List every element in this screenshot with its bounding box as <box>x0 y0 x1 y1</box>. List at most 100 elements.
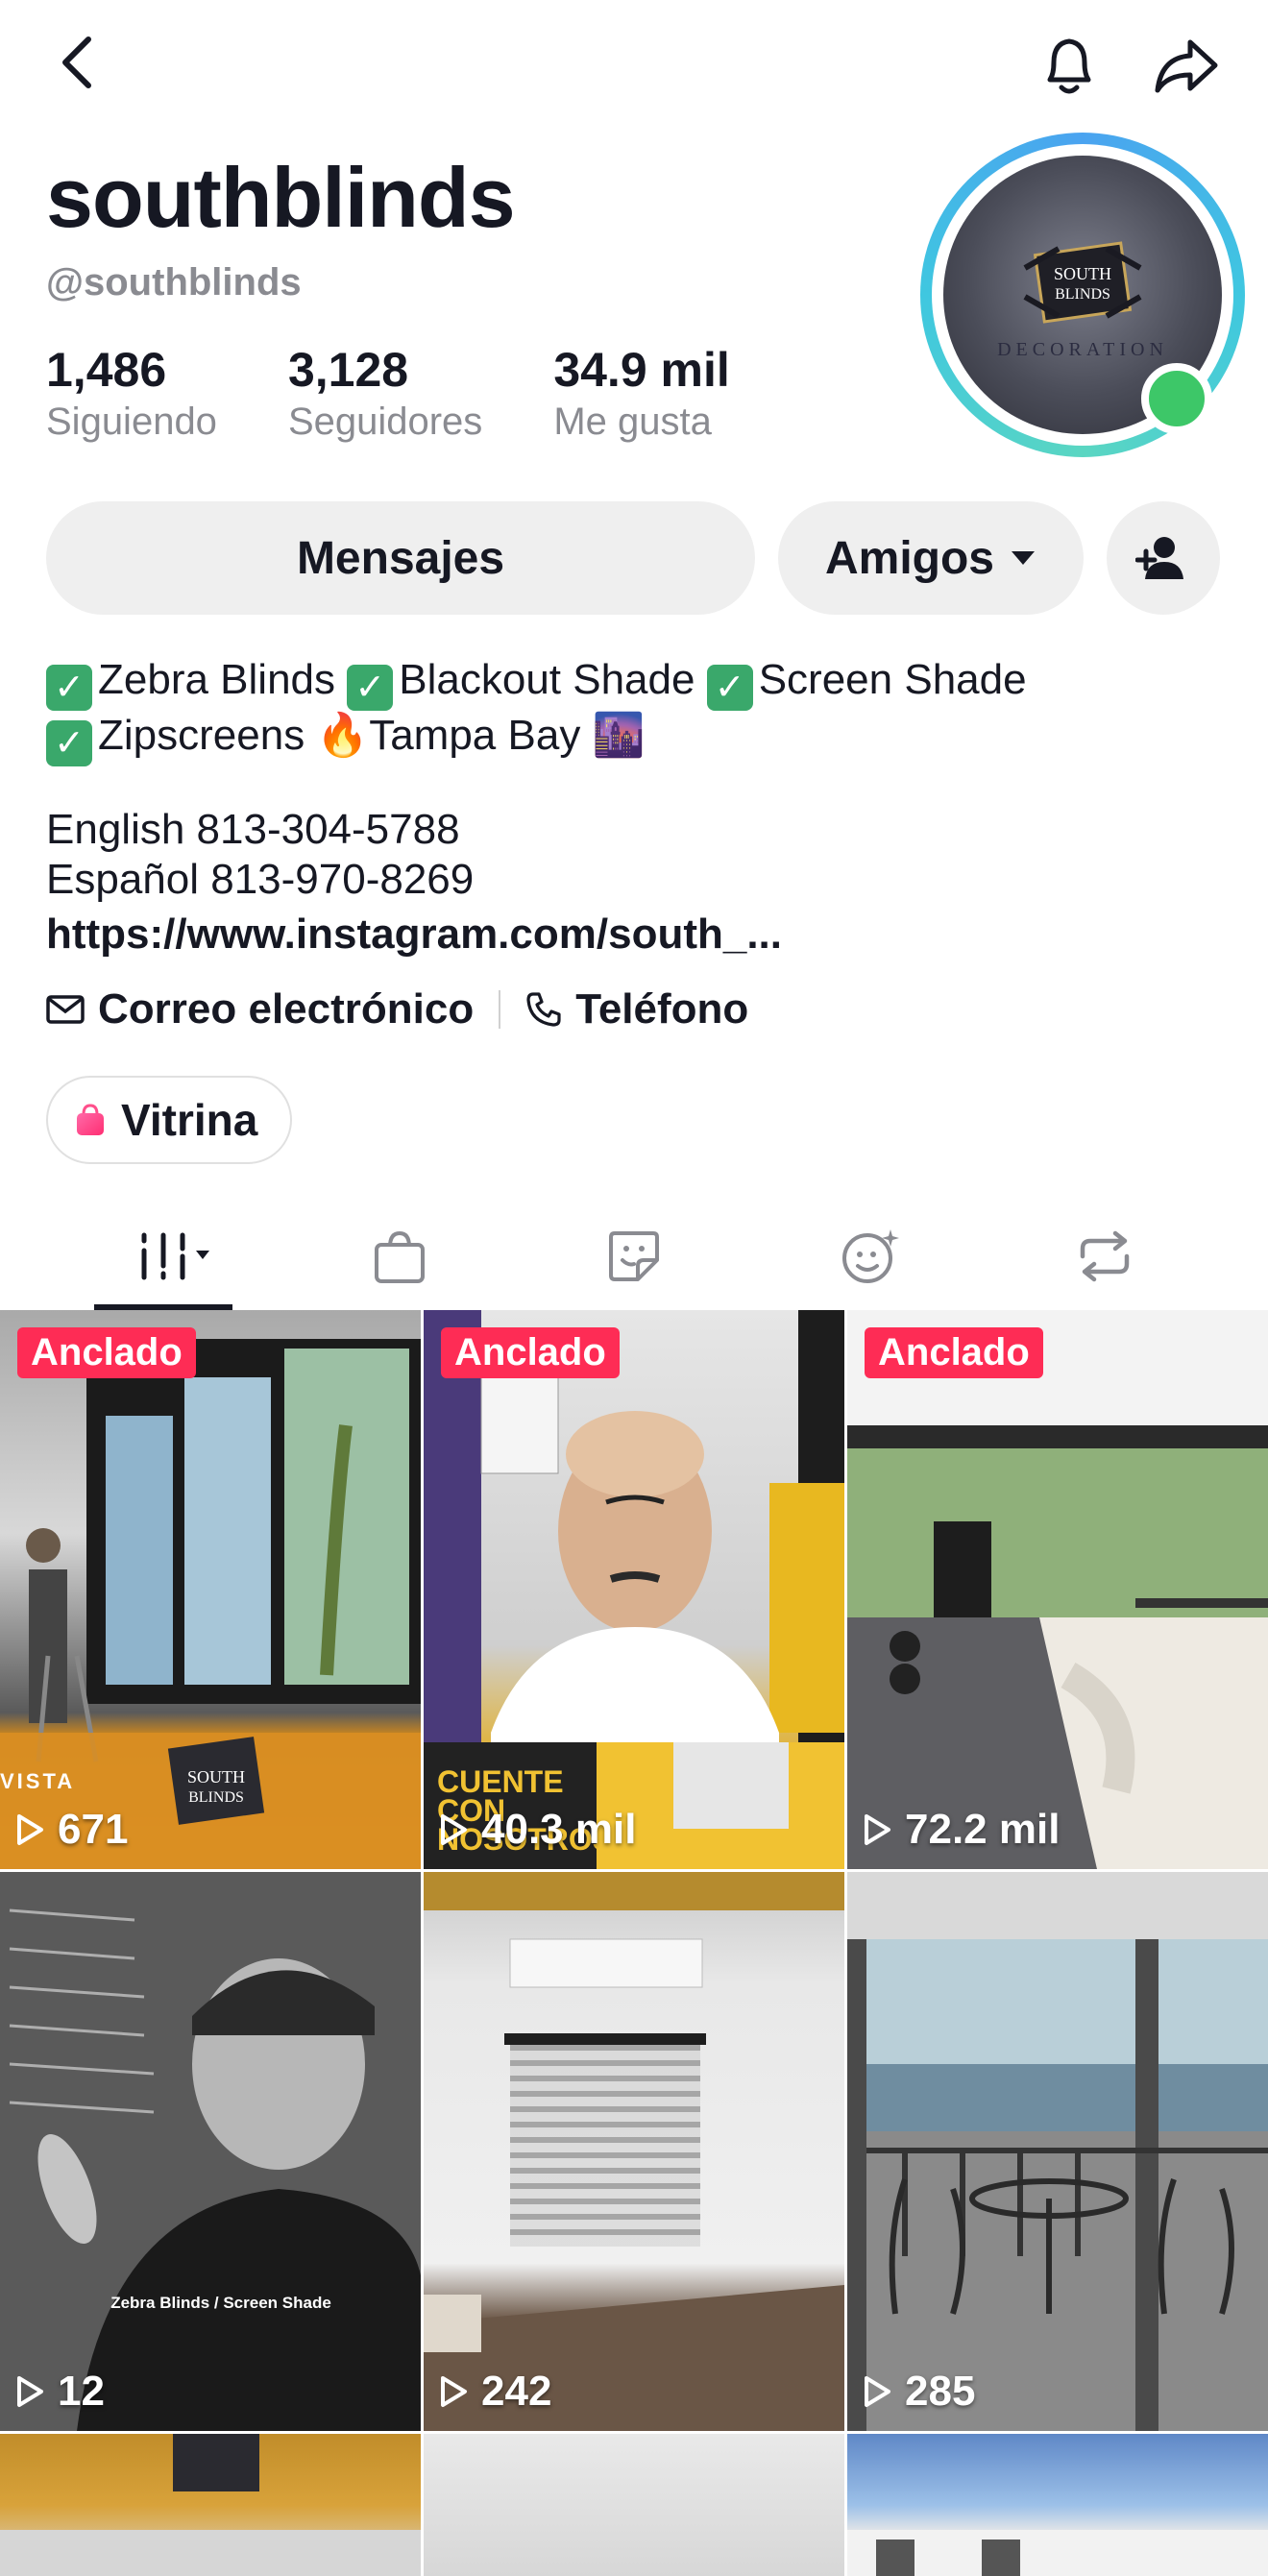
play-icon <box>865 2376 890 2407</box>
tab-favorites[interactable] <box>803 1203 938 1310</box>
smiley-sparkle-icon <box>842 1229 899 1283</box>
video-tile[interactable]: 285 <box>847 1872 1268 2431</box>
divider <box>499 990 501 1029</box>
video-tile[interactable] <box>424 2434 844 2576</box>
stat-likes[interactable]: 34.9 mil Me gusta <box>553 344 729 444</box>
play-icon <box>17 2376 43 2407</box>
view-count: 72.2 mil <box>863 1806 1060 1854</box>
play-icon <box>17 1814 43 1845</box>
stat-label: Seguidores <box>287 401 483 443</box>
pinned-badge: Anclado <box>865 1327 1043 1378</box>
video-tile[interactable]: Zebra Blinds / Screen Shade 12 <box>0 1872 421 2431</box>
email-link[interactable]: Correo electrónico <box>46 985 474 1033</box>
svg-text:SOUTH: SOUTH <box>187 1767 245 1786</box>
sticker-icon <box>609 1231 659 1281</box>
video-overlay-text: Zebra Blinds / Screen Shade <box>110 2294 331 2312</box>
check-icon: ✓ <box>46 665 92 711</box>
svg-text:BLINDS: BLINDS <box>188 1789 244 1806</box>
pinned-badge: Anclado <box>441 1327 620 1378</box>
video-tile[interactable]: Anclado 72.2 mil <box>847 1310 1268 1869</box>
video-thumbnail <box>0 1872 421 2431</box>
view-count-value: 40.3 mil <box>481 1806 637 1853</box>
stat-following[interactable]: 1,486 Siguiendo <box>46 344 217 444</box>
check-icon: ✓ <box>347 665 394 711</box>
phone-english: English 813-304-5788 <box>46 806 460 853</box>
view-count: 285 <box>863 2368 975 2416</box>
view-count-value: 671 <box>58 1806 129 1853</box>
profile-username: southblinds <box>46 150 516 245</box>
stat-value: 1,486 <box>46 343 167 397</box>
bio-item: Zebra Blinds <box>98 656 336 703</box>
tab-reposts[interactable] <box>1037 1203 1172 1310</box>
repost-icon <box>1080 1230 1130 1282</box>
contact-row: Correo electrónico Teléfono <box>46 985 748 1033</box>
tab-stickers[interactable] <box>567 1203 701 1310</box>
view-count-value: 285 <box>905 2368 976 2415</box>
pinned-badge: Anclado <box>17 1327 196 1378</box>
grid-filter-icon <box>141 1232 209 1280</box>
video-tile[interactable]: CUENTE CON NOSOTROS Anclado 40.3 mil <box>424 1310 844 1869</box>
svg-text:SOUTH: SOUTH <box>1054 264 1111 283</box>
online-status-dot <box>1141 363 1212 434</box>
share-icon[interactable] <box>1148 29 1225 101</box>
video-tile[interactable]: 242 <box>424 1872 844 2431</box>
profile-bio: ✓ Zebra Blinds ✓ Blackout Shade ✓ Screen Sh… <box>46 655 1237 766</box>
bio-item: Zipscreens <box>98 712 305 759</box>
logo-icon: SOUTH BLINDS <box>1023 240 1142 324</box>
video-overlay-text: VISTA <box>0 1769 76 1793</box>
profile-handle: @southblinds <box>46 261 302 304</box>
bio-item: 🔥Tampa Bay <box>316 712 581 759</box>
view-count-value: 242 <box>481 2368 552 2415</box>
video-tile[interactable] <box>0 2434 421 2576</box>
bag-icon <box>375 1230 425 1283</box>
video-tile[interactable]: SOUTH BLINDS VISTA Anclado 671 <box>0 1310 421 1869</box>
friends-label: Amigos <box>824 532 994 584</box>
play-icon <box>441 2376 467 2407</box>
svg-text:BLINDS: BLINDS <box>1055 286 1110 303</box>
friends-button[interactable]: Amigos <box>778 501 1084 615</box>
stat-label: Siguiendo <box>46 401 217 443</box>
add-user-icon <box>1135 537 1183 579</box>
email-label: Correo electrónico <box>98 985 475 1033</box>
video-thumbnail <box>847 1872 1268 2431</box>
top-bar <box>0 0 1268 125</box>
showcase-button[interactable]: Vitrina <box>46 1076 292 1164</box>
stat-followers[interactable]: 3,128 Seguidores <box>288 344 482 444</box>
messages-button[interactable]: Mensajes <box>46 501 755 615</box>
bio-item: Screen Shade <box>758 656 1027 703</box>
video-tile[interactable] <box>847 2434 1268 2576</box>
stat-value: 34.9 mil <box>553 343 730 397</box>
tab-shop[interactable] <box>332 1203 467 1310</box>
check-icon: ✓ <box>46 720 92 766</box>
video-thumbnail <box>847 1310 1268 1869</box>
logo-subtitle: DECORATION <box>997 338 1168 360</box>
video-thumbnail <box>0 2434 421 2576</box>
phone-label: Teléfono <box>575 985 749 1033</box>
video-thumbnail <box>424 1872 844 2431</box>
profile-tabs <box>0 1203 1268 1310</box>
bio-link[interactable]: https://www.instagram.com/south_... <box>46 911 782 959</box>
bio-line-1: ✓ Zebra Blinds ✓ Blackout Shade ✓ Screen Sh… <box>46 655 1237 711</box>
phone-spanish: Español 813-970-8269 <box>46 856 475 903</box>
view-count: 12 <box>15 2368 105 2416</box>
phone-link[interactable]: Teléfono <box>525 985 748 1033</box>
video-thumbnail <box>847 2530 1268 2576</box>
tab-videos[interactable] <box>96 1203 231 1310</box>
check-icon: ✓ <box>706 665 753 711</box>
play-icon <box>441 1814 467 1845</box>
bio-item: Blackout Shade <box>399 656 695 703</box>
view-count: 671 <box>15 1806 128 1854</box>
bell-icon[interactable] <box>1033 29 1105 101</box>
profile-stats: 1,486 Siguiendo 3,128 Seguidores 34.9 mi… <box>46 344 801 444</box>
bio-phones: English 813-304-5788 Español 813-970-826… <box>46 805 474 905</box>
shopping-bag-icon <box>77 1104 104 1135</box>
stat-value: 3,128 <box>287 343 409 397</box>
back-icon[interactable] <box>48 29 106 96</box>
view-count: 40.3 mil <box>439 1806 636 1854</box>
bio-line-2: ✓ Zipscreens 🔥Tampa Bay 🌆 <box>46 711 1237 766</box>
stat-label: Me gusta <box>553 401 712 443</box>
showcase-label: Vitrina <box>121 1095 258 1145</box>
add-friend-button[interactable] <box>1107 501 1220 615</box>
play-icon <box>865 1814 890 1845</box>
city-emoji: 🌆 <box>592 712 646 759</box>
